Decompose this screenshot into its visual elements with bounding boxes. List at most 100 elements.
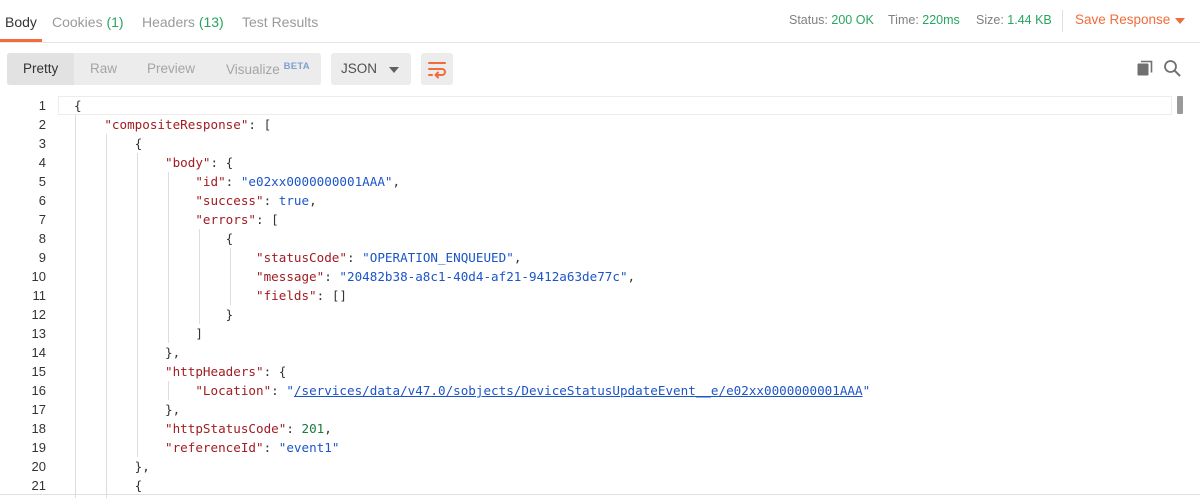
json-string: "20482b38-a8c1-40d4-af21-9412a63de77c"	[339, 269, 628, 284]
size-label: Size:	[976, 13, 1004, 27]
view-tab-preview[interactable]: Preview	[147, 61, 195, 76]
code-line: "fields": []	[255, 288, 347, 303]
line-number: 7	[38, 212, 46, 227]
tab-cookies-label: Cookies	[52, 14, 103, 30]
code-line: "Location": "/services/data/v47.0/sobjec…	[195, 383, 871, 398]
json-string: "OPERATION_ENQUEUED"	[362, 250, 514, 265]
line-number: 6	[38, 193, 46, 208]
json-string: "e02xx0000000001AAA"	[240, 174, 393, 189]
code-line: "referenceId": "event1"	[165, 440, 340, 455]
tab-headers-count: (13)	[198, 14, 224, 30]
json-key: "httpStatusCode"	[165, 421, 287, 436]
line-number: 15	[31, 364, 46, 379]
json-key: "referenceId"	[165, 440, 264, 455]
chevron-down-icon	[389, 67, 399, 73]
json-key: "success"	[195, 193, 264, 208]
line-number: 12	[31, 307, 46, 322]
json-key: "Location"	[195, 383, 272, 398]
line-number: 5	[38, 174, 46, 189]
code-line: "statusCode": "OPERATION_ENQUEUED",	[255, 250, 522, 265]
line-number: 4	[38, 155, 46, 170]
json-key: "fields"	[255, 288, 317, 303]
json-key: "message"	[255, 269, 325, 284]
tab-cookies[interactable]: Cookies (1)	[52, 14, 124, 30]
code-line: "id": "e02xx0000000001AAA",	[195, 174, 401, 189]
line-number: 2	[38, 117, 46, 132]
format-select[interactable]: JSON	[331, 53, 411, 85]
json-key: "errors"	[195, 212, 256, 227]
view-mode-tabs: Pretty Raw Preview Visualize BETA	[7, 53, 321, 85]
json-number: 201	[301, 421, 325, 436]
view-tab-pretty[interactable]: Pretty	[23, 61, 58, 76]
copy-icon[interactable]	[1136, 59, 1154, 77]
status-readout: Status: 200 OK	[789, 13, 874, 27]
json-key: "id"	[195, 174, 226, 189]
line-number: 11	[32, 288, 47, 303]
beta-badge: BETA	[283, 61, 310, 72]
code-line: {	[134, 478, 143, 493]
tab-test-results[interactable]: Test Results	[242, 14, 318, 30]
wrap-lines-button[interactable]	[421, 53, 453, 85]
divider	[1062, 10, 1063, 32]
tab-cookies-count: (1)	[106, 14, 124, 30]
json-boolean: true	[278, 193, 310, 208]
tab-body[interactable]: Body	[5, 14, 37, 30]
line-number: 16	[31, 383, 46, 398]
location-link[interactable]: /services/data/v47.0/sobjects/DeviceStat…	[294, 383, 863, 398]
code-line: }	[225, 307, 234, 322]
code-line: },	[134, 459, 150, 474]
view-tab-raw[interactable]: Raw	[90, 61, 117, 76]
code-line: "compositeResponse": [	[104, 117, 272, 132]
save-response-button[interactable]: Save Response	[1075, 12, 1170, 27]
json-key: "statusCode"	[255, 250, 347, 265]
json-key: "httpHeaders"	[165, 364, 264, 379]
code-line: "body": {	[165, 155, 234, 170]
code-line: },	[165, 402, 181, 417]
tab-headers[interactable]: Headers (13)	[142, 14, 224, 30]
line-number: 9	[38, 250, 46, 265]
line-number: 1	[38, 98, 46, 113]
line-number: 18	[31, 421, 46, 436]
status-value: 200 OK	[831, 13, 874, 27]
code-line: "message": "20482b38-a8c1-40d4-af21-9412…	[255, 269, 636, 284]
line-number: 13	[31, 326, 46, 341]
json-key: "body"	[165, 155, 211, 170]
divider	[0, 494, 1200, 495]
code-line: "success": true,	[195, 193, 317, 208]
code-line: {	[225, 231, 234, 246]
tab-test-results-label: Test Results	[242, 14, 319, 30]
line-number: 17	[31, 402, 46, 417]
status-label: Status:	[789, 13, 828, 27]
size-value: 1.44 KB	[1007, 13, 1052, 27]
line-number: 20	[31, 459, 46, 474]
search-icon[interactable]	[1163, 59, 1181, 77]
code-line: "errors": [	[195, 212, 279, 227]
active-line-highlight	[58, 96, 1172, 115]
visualize-label: Visualize	[226, 62, 280, 77]
line-number: 21	[31, 478, 46, 493]
line-number: 19	[31, 440, 46, 455]
code-line: "httpHeaders": {	[165, 364, 287, 379]
view-tab-visualize[interactable]: Visualize BETA	[226, 61, 310, 77]
response-body-editor[interactable]: 1 2 3 4 5 6 7 8 9 10 11 12 13 14 15 16 1…	[0, 96, 1200, 498]
json-string: "event1"	[278, 440, 340, 455]
tab-body-label: Body	[5, 14, 37, 30]
wrap-lines-icon	[428, 62, 446, 79]
time-value: 220ms	[922, 13, 960, 27]
save-response-chevron-down-icon[interactable]	[1175, 18, 1185, 24]
time-label: Time:	[888, 13, 919, 27]
response-tab-bar: Body Cookies (1) Headers (13) Test Resul…	[0, 0, 1200, 43]
time-readout: Time: 220ms	[888, 13, 960, 27]
code-line: },	[165, 345, 181, 360]
code-line: {	[74, 98, 82, 113]
tab-headers-label: Headers	[142, 14, 195, 30]
line-number: 10	[31, 269, 46, 284]
vertical-scrollbar-thumb[interactable]	[1177, 96, 1183, 114]
code-line: {	[134, 136, 143, 151]
line-number: 14	[31, 345, 46, 360]
line-number: 3	[38, 136, 46, 151]
code-line: "httpStatusCode": 201,	[165, 421, 332, 436]
size-readout: Size: 1.44 KB	[976, 13, 1052, 27]
format-select-value: JSON	[341, 61, 378, 76]
code-line: ]	[195, 326, 203, 341]
